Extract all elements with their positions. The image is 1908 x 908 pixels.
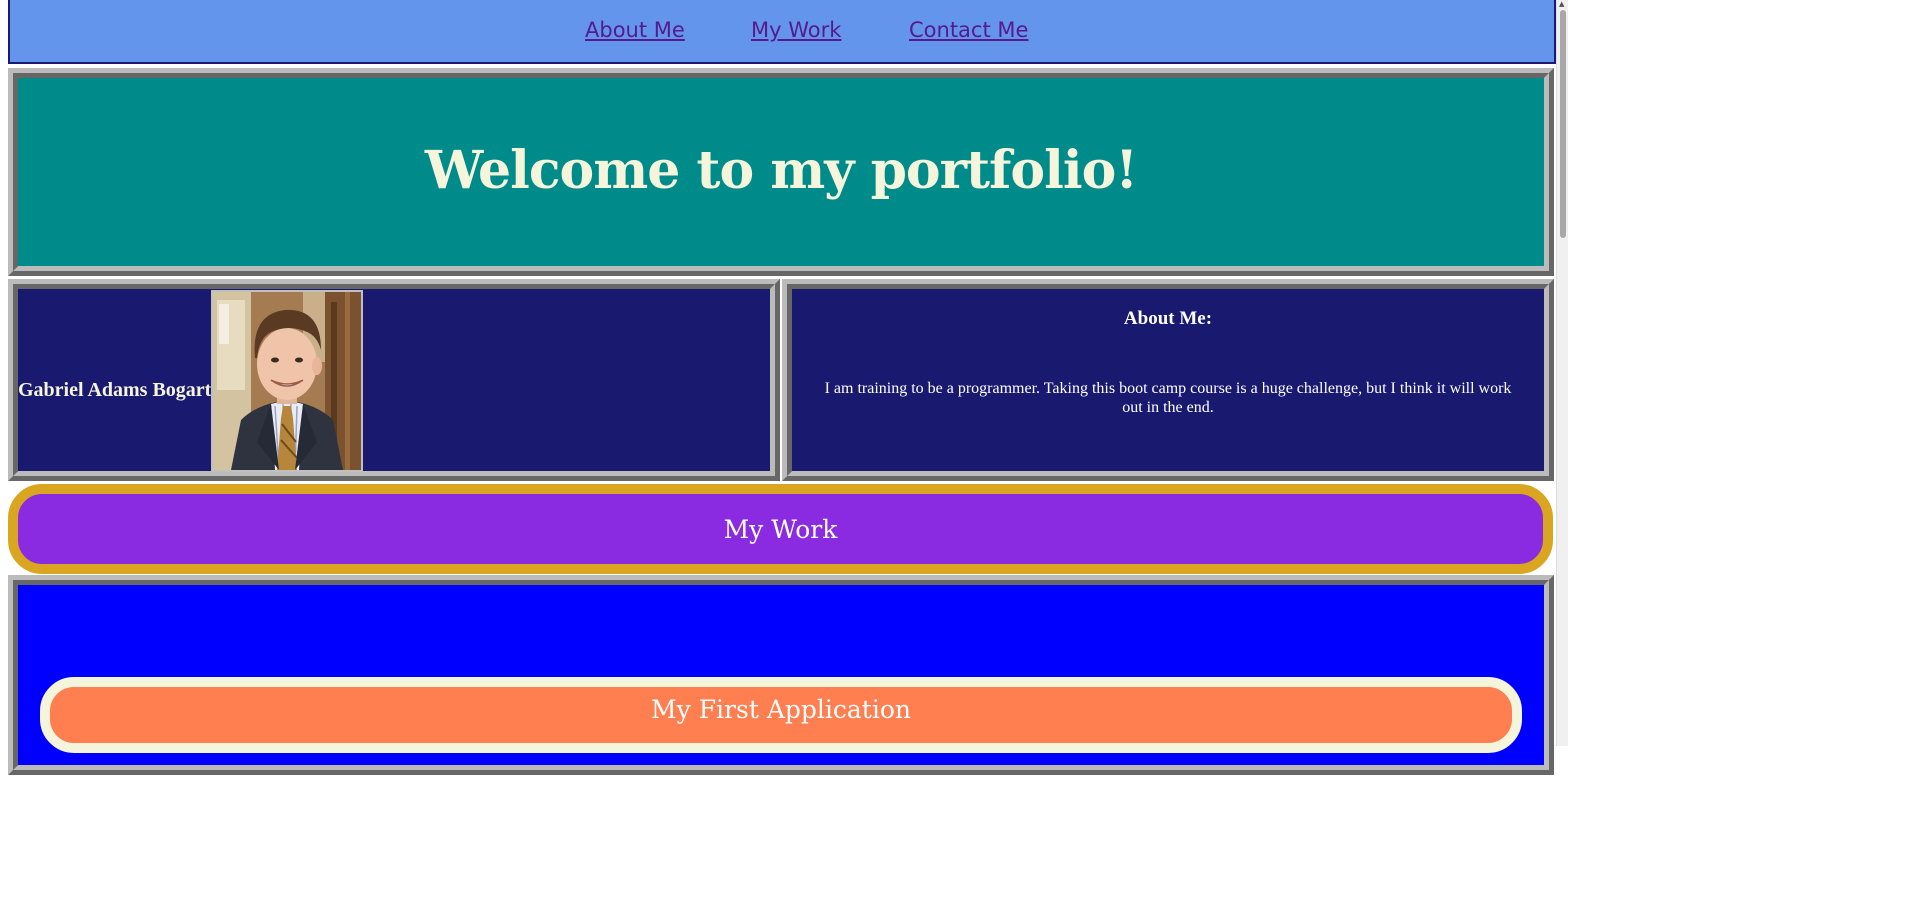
about-text: I am training to be a programmer. Taking… xyxy=(824,380,1512,416)
projects-panel: My First Application xyxy=(8,575,1554,775)
about-heading: About Me: xyxy=(1123,308,1213,329)
nav-link-my-work[interactable]: My Work xyxy=(751,18,841,42)
about-panel: About Me: I am training to be a programm… xyxy=(782,279,1554,481)
nav-link-contact-me[interactable]: Contact Me xyxy=(909,18,1028,42)
profile-name: Gabriel Adams Bogart xyxy=(18,379,212,401)
scrollbar-thumb[interactable] xyxy=(1560,10,1566,238)
nav-link-about-me[interactable]: About Me xyxy=(585,18,685,42)
nav-bar: About Me My Work Contact Me xyxy=(8,0,1556,64)
welcome-header: Welcome to my portfolio! xyxy=(8,68,1554,276)
profile-photo xyxy=(211,290,363,472)
person-photo-icon xyxy=(213,292,361,470)
page-title: Welcome to my portfolio! xyxy=(424,140,1138,201)
project-title: My First Application xyxy=(651,695,911,724)
project-card[interactable]: My First Application xyxy=(40,677,1522,753)
scroll-up-arrow-icon[interactable]: ▲ xyxy=(1559,0,1564,8)
my-work-heading: My Work xyxy=(723,515,838,544)
my-work-banner: My Work xyxy=(8,484,1553,574)
vertical-scrollbar[interactable]: ▲ xyxy=(1556,0,1568,746)
profile-panel: Gabriel Adams Bogart xyxy=(8,279,780,481)
